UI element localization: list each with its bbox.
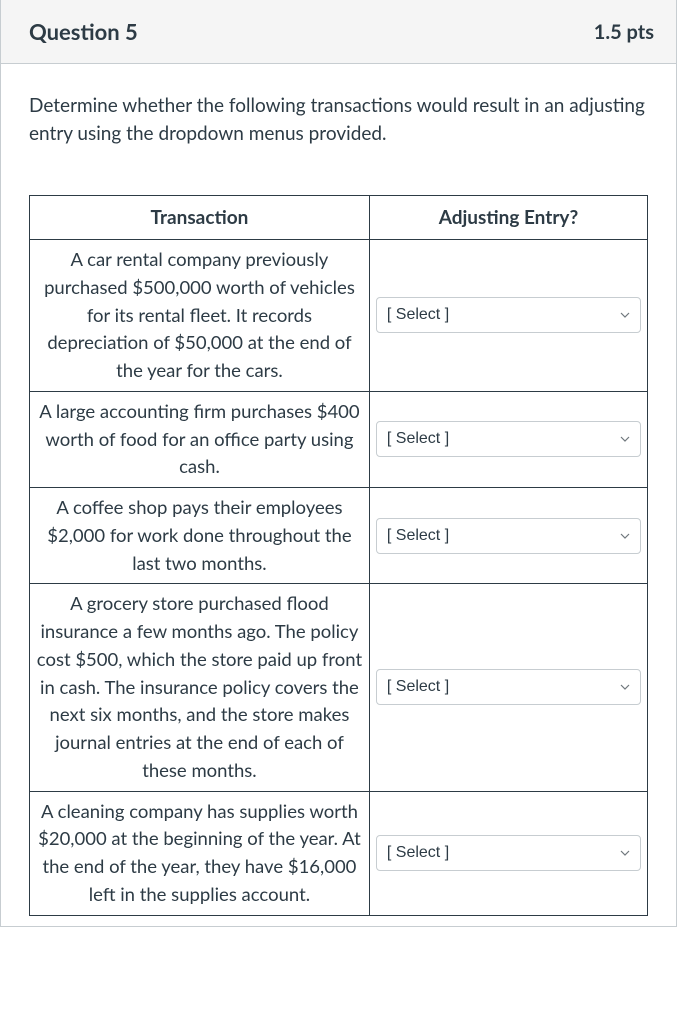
question-header: Question 5 1.5 pts — [1, 0, 676, 64]
question-prompt: Determine whether the following transact… — [29, 92, 648, 147]
adjusting-select[interactable]: [ Select ] — [376, 835, 641, 871]
select-wrap: [ Select ] — [376, 669, 641, 705]
question-body: Determine whether the following transact… — [1, 64, 676, 926]
table-row: A coffee shop pays their employees $2,00… — [30, 488, 648, 584]
col-header-adjusting: Adjusting Entry? — [369, 196, 647, 240]
adjusting-select[interactable]: [ Select ] — [376, 518, 641, 554]
table-header-row: Transaction Adjusting Entry? — [30, 196, 648, 240]
transaction-text: A cleaning company has supplies worth $2… — [30, 791, 370, 915]
transaction-text: A car rental company previously purchase… — [30, 240, 370, 392]
select-wrap: [ Select ] — [376, 297, 641, 333]
adjusting-cell: [ Select ] — [369, 391, 647, 487]
col-header-transaction: Transaction — [30, 196, 370, 240]
adjusting-select[interactable]: [ Select ] — [376, 421, 641, 457]
select-value: [ Select ] — [387, 306, 449, 324]
question-title: Question 5 — [29, 18, 138, 45]
table-row: A large accounting firm purchases $400 w… — [30, 391, 648, 487]
adjusting-cell: [ Select ] — [369, 240, 647, 392]
adjusting-select[interactable]: [ Select ] — [376, 669, 641, 705]
adjusting-cell: [ Select ] — [369, 488, 647, 584]
transaction-text: A grocery store purchased flood insuranc… — [30, 584, 370, 791]
select-value: [ Select ] — [387, 678, 449, 696]
adjusting-cell: [ Select ] — [369, 584, 647, 791]
select-wrap: [ Select ] — [376, 421, 641, 457]
select-wrap: [ Select ] — [376, 518, 641, 554]
question-card: Question 5 1.5 pts Determine whether the… — [0, 0, 677, 927]
adjusting-cell: [ Select ] — [369, 791, 647, 915]
select-wrap: [ Select ] — [376, 835, 641, 871]
table-row: A car rental company previously purchase… — [30, 240, 648, 392]
select-value: [ Select ] — [387, 844, 449, 862]
adjusting-select[interactable]: [ Select ] — [376, 297, 641, 333]
question-points: 1.5 pts — [594, 20, 654, 44]
select-value: [ Select ] — [387, 527, 449, 545]
transactions-table: Transaction Adjusting Entry? A car renta… — [29, 195, 648, 916]
select-value: [ Select ] — [387, 430, 449, 448]
table-row: A grocery store purchased flood insuranc… — [30, 584, 648, 791]
table-row: A cleaning company has supplies worth $2… — [30, 791, 648, 915]
transaction-text: A large accounting firm purchases $400 w… — [30, 391, 370, 487]
transaction-text: A coffee shop pays their employees $2,00… — [30, 488, 370, 584]
